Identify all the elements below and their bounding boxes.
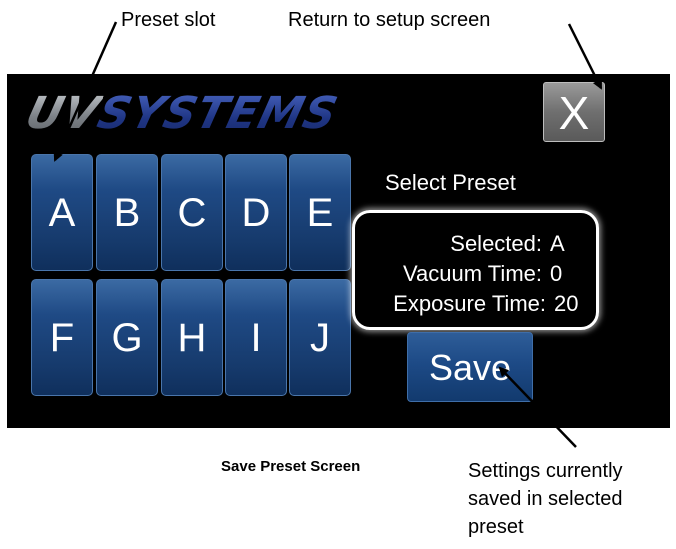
settings-annotation-line1: Settings currently (468, 460, 623, 482)
settings-annotation-line2: saved in selected (468, 488, 623, 510)
selected-label: Selected: (450, 231, 542, 256)
uv-systems-logo: UVSYSTEMS (21, 88, 454, 140)
logo-uv-text: UV (20, 88, 106, 139)
selected-value: A (550, 231, 565, 256)
exposure-time-label: Exposure Time: (393, 291, 546, 316)
preset-slot-annotation: Preset slot (121, 9, 216, 31)
save-button[interactable]: Save (407, 332, 533, 402)
preset-key-f[interactable]: F (31, 279, 93, 396)
preset-key-a[interactable]: A (31, 154, 93, 271)
device-screen: UVSYSTEMS X A B C D E F G H I J Select P… (7, 74, 670, 428)
selected-row: Selected: A (450, 231, 582, 257)
preset-key-i[interactable]: I (225, 279, 287, 396)
preset-info-panel: Selected: A Vacuum Time: 0 Exposure Time: 2… (352, 210, 599, 330)
exposure-time-value: 20 (554, 291, 579, 316)
preset-key-b[interactable]: B (96, 154, 158, 271)
preset-key-d[interactable]: D (225, 154, 287, 271)
select-preset-title: Select Preset (385, 170, 516, 195)
settings-annotation-line3: preset (468, 516, 524, 538)
preset-key-c[interactable]: C (161, 154, 223, 271)
vacuum-time-label: Vacuum Time: (403, 261, 542, 286)
logo-systems-text: SYSTEMS (92, 88, 344, 139)
vacuum-time-value: 0 (550, 261, 563, 286)
preset-key-j[interactable]: J (289, 279, 351, 396)
vacuum-time-row: Vacuum Time: 0 (403, 261, 582, 287)
figure-caption: Save Preset Screen (221, 458, 361, 475)
return-setup-annotation: Return to setup screen (288, 9, 491, 31)
preset-key-h[interactable]: H (161, 279, 223, 396)
preset-key-e[interactable]: E (289, 154, 351, 271)
exposure-time-row: Exposure Time: 20 (393, 291, 586, 317)
figure: Preset slot Return to setup screen UVSYS… (0, 0, 676, 549)
preset-key-g[interactable]: G (96, 279, 158, 396)
close-button[interactable]: X (543, 82, 605, 142)
